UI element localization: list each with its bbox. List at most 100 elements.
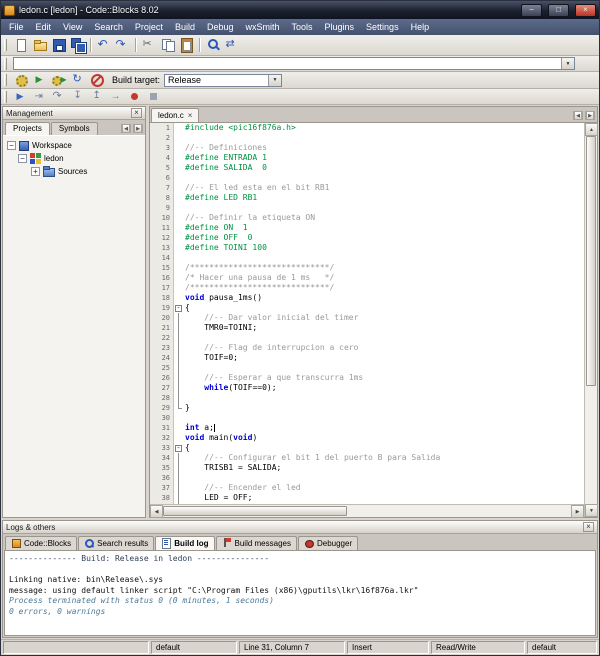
tab-scroll-right-button[interactable]: ▶ — [133, 124, 143, 133]
minimize-button[interactable]: − — [521, 4, 542, 17]
editor-tab-ledon[interactable]: ledon.c × — [151, 108, 199, 122]
tab-search-results[interactable]: Search results — [78, 536, 154, 550]
menu-wxsmith[interactable]: wxSmith — [239, 21, 285, 33]
code-line: 24 TOIF=0; — [150, 353, 584, 363]
menu-build[interactable]: Build — [169, 21, 201, 33]
toolbar-grip[interactable] — [4, 91, 7, 103]
tree-item-sources[interactable]: + Sources — [7, 165, 145, 178]
menu-help[interactable]: Help — [405, 21, 436, 33]
project-tree[interactable]: − Workspace − ledon + Sources — [3, 135, 145, 517]
scroll-thumb[interactable] — [586, 136, 596, 386]
vertical-scrollbar[interactable]: ▲ ▼ — [584, 123, 597, 517]
collapse-icon[interactable]: − — [7, 141, 16, 150]
code-line: 2 — [150, 133, 584, 143]
tab-code-blocks[interactable]: Code::Blocks — [5, 536, 77, 550]
build-and-run-button[interactable] — [49, 73, 68, 87]
save-all-button[interactable] — [68, 36, 87, 54]
undo-button[interactable] — [94, 36, 113, 54]
debug-continue-button[interactable] — [11, 90, 30, 104]
open-file-button[interactable] — [30, 36, 49, 54]
scroll-track[interactable] — [585, 136, 597, 504]
new-file-button[interactable] — [11, 36, 30, 54]
dropdown-button[interactable]: ▼ — [268, 75, 281, 86]
menu-project[interactable]: Project — [129, 21, 169, 33]
rebuild-button[interactable] — [68, 73, 87, 87]
toolbar-grip[interactable] — [4, 39, 7, 51]
scroll-up-button[interactable]: ▲ — [585, 123, 598, 136]
next-instruction-button[interactable] — [106, 90, 125, 104]
tab-projects[interactable]: Projects — [5, 122, 50, 135]
abort-button[interactable] — [87, 73, 106, 87]
tab-scroll-left-button[interactable]: ◀ — [573, 111, 583, 120]
menu-edit[interactable]: Edit — [30, 21, 58, 33]
collapse-icon[interactable]: − — [18, 154, 27, 163]
expand-icon[interactable]: + — [31, 167, 40, 176]
step-out-button[interactable] — [87, 90, 106, 104]
tree-item-label: Sources — [58, 167, 87, 176]
log-line: Linking native: bin\Release\.sys — [9, 575, 591, 586]
tab-scroll-right-button[interactable]: ▶ — [585, 111, 595, 120]
scroll-track[interactable] — [163, 505, 571, 517]
code-text — [183, 253, 185, 263]
tab-build-log[interactable]: Build log — [155, 536, 214, 550]
paste-button[interactable] — [177, 36, 196, 54]
close-icon: × — [134, 109, 139, 117]
copy-button[interactable] — [158, 36, 177, 54]
maximize-button[interactable]: □ — [548, 4, 569, 17]
fold-collapse-icon[interactable]: - — [175, 305, 182, 312]
run-to-cursor-button[interactable] — [30, 90, 49, 104]
menu-search[interactable]: Search — [88, 21, 129, 33]
fold-margin[interactable]: - — [174, 303, 183, 313]
scroll-left-button[interactable]: ◀ — [150, 505, 163, 518]
toggle-breakpoint-button[interactable] — [125, 90, 144, 104]
menu-file[interactable]: File — [3, 21, 30, 33]
code-line: 6 — [150, 173, 584, 183]
tab-symbols[interactable]: Symbols — [51, 122, 98, 135]
stop-debugger-button[interactable] — [144, 90, 163, 104]
logs-close-button[interactable]: × — [583, 522, 594, 532]
build-target-combobox[interactable]: Release ▼ — [164, 74, 282, 87]
find-button[interactable] — [203, 36, 222, 54]
redo-button[interactable] — [113, 36, 132, 54]
toolbar-grip[interactable] — [4, 58, 7, 70]
menu-debug[interactable]: Debug — [201, 21, 240, 33]
tree-item-workspace[interactable]: − Workspace — [7, 139, 145, 152]
fold-collapse-icon[interactable]: - — [175, 445, 182, 452]
code-lines[interactable]: 1#include <pic16f876a.h>23//-- Definicio… — [150, 123, 584, 504]
menu-tools[interactable]: Tools — [286, 21, 319, 33]
dropdown-button[interactable]: ▼ — [561, 58, 574, 69]
step-into-icon — [70, 89, 86, 105]
scroll-thumb[interactable] — [163, 506, 347, 516]
scope-combobox[interactable]: ▼ — [13, 57, 575, 70]
text-caret — [214, 424, 215, 432]
menu-settings[interactable]: Settings — [360, 21, 405, 33]
run-button[interactable] — [30, 73, 49, 87]
horizontal-scrollbar[interactable]: ◀ ▶ — [150, 504, 584, 517]
step-into-button[interactable] — [68, 90, 87, 104]
line-number: 39 — [150, 503, 174, 504]
build-and-run-icon — [51, 72, 67, 88]
fold-margin — [174, 483, 183, 493]
code-line: 39 — [150, 503, 584, 504]
tab-close-icon[interactable]: × — [188, 112, 193, 120]
messages-icon — [222, 538, 232, 548]
fold-margin — [174, 233, 183, 243]
cut-button[interactable] — [139, 36, 158, 54]
next-line-button[interactable] — [49, 90, 68, 104]
tab-debugger[interactable]: Debugger — [298, 536, 358, 550]
tab-scroll-left-button[interactable]: ◀ — [121, 124, 131, 133]
scroll-down-button[interactable]: ▼ — [585, 504, 598, 517]
save-button[interactable] — [49, 36, 68, 54]
close-button[interactable]: × — [575, 4, 596, 17]
tree-item-project[interactable]: − ledon — [7, 152, 145, 165]
menu-view[interactable]: View — [57, 21, 88, 33]
scroll-right-button[interactable]: ▶ — [571, 505, 584, 518]
tab-build-messages[interactable]: Build messages — [216, 536, 297, 550]
fold-margin[interactable]: - — [174, 443, 183, 453]
toolbar-grip[interactable] — [4, 74, 7, 86]
management-close-button[interactable]: × — [131, 108, 142, 118]
compile-button[interactable] — [11, 73, 30, 87]
replace-button[interactable] — [222, 36, 241, 54]
chevron-left-icon: ◀ — [155, 509, 159, 515]
menu-plugins[interactable]: Plugins — [319, 21, 361, 33]
